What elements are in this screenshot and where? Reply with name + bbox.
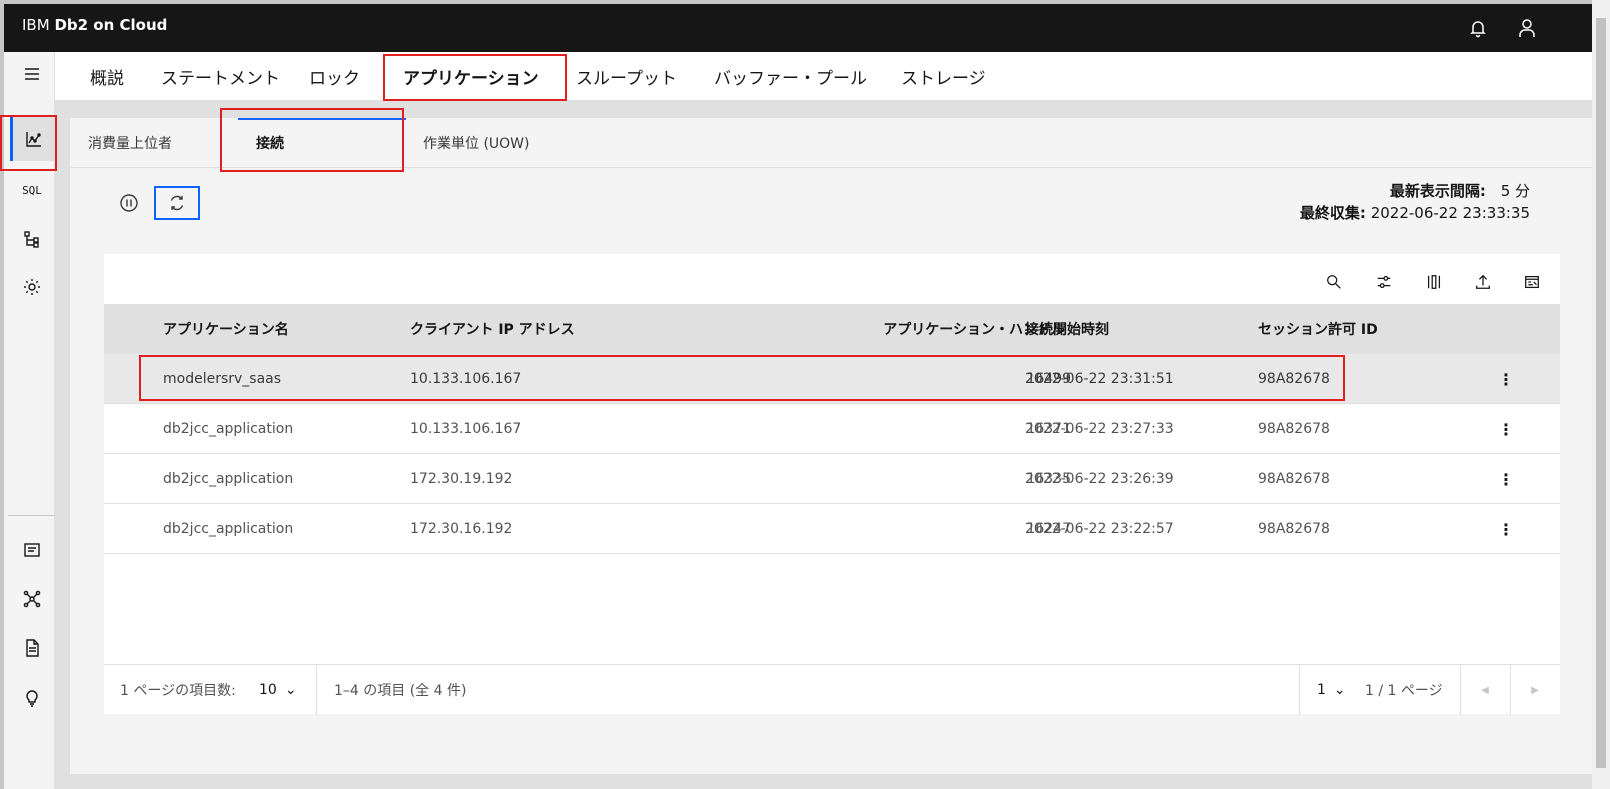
table-row[interactable]: db2jcc_application 10.133.106.167 16371 … [104,404,1560,454]
app-root: IBM Db2 on Cloud SQL 概説 ステートメント ロック アプリケ… [0,0,1610,789]
cell-connect-time: 2022-06-22 23:27:33 [1025,421,1174,437]
cell-session-auth-id: 98A82678 [1258,371,1330,387]
refresh-info: 最新表示間隔: 5 分 最終収集: 2022-06-22 23:33:35 [1300,180,1530,224]
search-icon[interactable] [1320,268,1348,296]
cell-app-name: modelersrv_saas [163,371,282,387]
lightbulb-icon[interactable] [10,675,54,719]
sub-tabs: 消費量上位者 接続 作業単位 (UOW) [70,118,1592,168]
items-per-page-select[interactable]: 10 ⌄ [259,665,297,715]
cell-client-ip: 10.133.106.167 [410,371,522,387]
document-icon[interactable] [10,626,54,670]
overflow-menu-icon[interactable]: ⋮ [1494,467,1518,491]
tab-overview[interactable]: 概説 [90,52,124,100]
table-header: アプリケーション名 クライアント IP アドレス アプリケーション・ハンドル 接… [104,304,1560,354]
tab-throughput[interactable]: スループット [576,52,677,100]
refresh-interval: 最新表示間隔: 5 分 [1300,180,1530,202]
sql-label: SQL [22,183,42,197]
log-icon[interactable] [10,528,54,572]
filter-icon[interactable] [1370,268,1398,296]
last-collected-label: 最終収集: [1299,204,1366,222]
table-row[interactable]: modelersrv_saas 10.133.106.167 16499 202… [104,354,1560,404]
sql-view-icon[interactable] [1518,268,1546,296]
columns-icon[interactable] [1420,268,1448,296]
next-page-button[interactable]: ▶ [1510,665,1560,715]
column-client-ip[interactable]: クライアント IP アドレス [410,304,575,354]
export-icon[interactable] [1469,268,1497,296]
refresh-button[interactable] [154,186,200,220]
overflow-menu-icon[interactable]: ⋮ [1494,417,1518,441]
last-collected-value: 2022-06-22 23:33:35 [1370,204,1530,222]
cell-client-ip: 172.30.19.192 [410,471,513,487]
overflow-menu-icon[interactable]: ⋮ [1494,367,1518,391]
items-per-page-value: 10 [259,682,277,698]
column-app-handle[interactable]: アプリケーション・ハンドル [771,304,1065,354]
cell-client-ip: 172.30.16.192 [410,521,513,537]
subtab-connections[interactable]: 接続 [256,118,284,168]
cell-connect-time: 2022-06-22 23:26:39 [1025,471,1174,487]
notification-icon[interactable] [1464,14,1492,42]
scrollbar-thumb[interactable] [1596,18,1606,768]
table-row[interactable]: db2jcc_application 172.30.19.192 16335 2… [104,454,1560,504]
schema-tree-icon[interactable] [10,217,54,261]
subtab-uow[interactable]: 作業単位 (UOW) [423,118,529,168]
refresh-icon [170,195,184,211]
menu-icon[interactable] [10,52,54,96]
pause-button[interactable] [106,186,152,220]
column-connect-time[interactable]: 接続開始時刻 [1025,304,1109,354]
chevron-down-icon: ⌄ [1333,682,1346,698]
cell-client-ip: 10.133.106.167 [410,421,522,437]
items-per-page-label: 1 ページの項目数: [120,683,236,699]
left-rail: SQL [0,52,58,789]
pager-divider [1299,665,1300,715]
item-range-text: 1–4 の項目 (全 4 件) [334,683,467,699]
cell-session-auth-id: 98A82678 [1258,471,1330,487]
table-row[interactable]: db2jcc_application 172.30.16.192 16247 2… [104,504,1560,554]
last-collected: 最終収集: 2022-06-22 23:33:35 [1300,202,1530,224]
table-toolbar [104,262,1560,302]
tab-applications[interactable]: アプリケーション [403,52,539,100]
cell-session-auth-id: 98A82678 [1258,421,1330,437]
tab-storage[interactable]: ストレージ [901,52,986,100]
refresh-interval-value: 5 分 [1500,182,1530,200]
monitor-chart-icon[interactable] [10,117,54,161]
pause-icon [120,194,138,212]
brand-name: Db2 on Cloud [54,16,168,34]
refresh-interval-label: 最新表示間隔: [1389,182,1486,200]
vertical-scrollbar[interactable] [1592,0,1610,789]
overflow-menu-icon[interactable]: ⋮ [1494,517,1518,541]
tab-statements[interactable]: ステートメント [161,52,280,100]
brand-prefix: IBM [22,16,50,34]
network-icon[interactable] [10,577,54,621]
pagination-bar: 1 ページの項目数: 10 ⌄ 1–4 の項目 (全 4 件) 1 ⌄ 1 / … [104,664,1560,715]
main-tabs: 概説 ステートメント ロック アプリケーション スループット バッファー・プール… [55,52,1592,100]
brand-title: IBM Db2 on Cloud [22,16,167,34]
chevron-down-icon: ⌄ [284,682,297,698]
top-header: IBM Db2 on Cloud [0,0,1610,52]
page-value: 1 [1317,682,1326,698]
tab-locks[interactable]: ロック [309,52,360,100]
cell-app-name: db2jcc_application [163,521,294,537]
user-icon[interactable] [1513,14,1541,42]
cell-app-name: db2jcc_application [163,471,294,487]
page-select[interactable]: 1 ⌄ [1317,665,1346,715]
previous-page-button[interactable]: ◀ [1460,665,1510,715]
pager-divider [316,665,317,715]
cell-connect-time: 2022-06-22 23:22:57 [1025,521,1174,537]
rail-divider [8,515,58,516]
cell-connect-time: 2022-06-22 23:31:51 [1025,371,1174,387]
sql-icon[interactable]: SQL [10,168,54,212]
tab-buffer-pools[interactable]: バッファー・プール [714,52,867,100]
cell-session-auth-id: 98A82678 [1258,521,1330,537]
subtab-top-consumers[interactable]: 消費量上位者 [88,118,172,168]
column-session-auth-id[interactable]: セッション許可 ID [1258,304,1378,354]
column-app-name[interactable]: アプリケーション名 [163,304,289,354]
cell-app-name: db2jcc_application [163,421,294,437]
settings-icon[interactable] [10,265,54,309]
subtab-selected-indicator [238,118,406,120]
page-total-text: 1 / 1 ページ [1365,683,1443,699]
